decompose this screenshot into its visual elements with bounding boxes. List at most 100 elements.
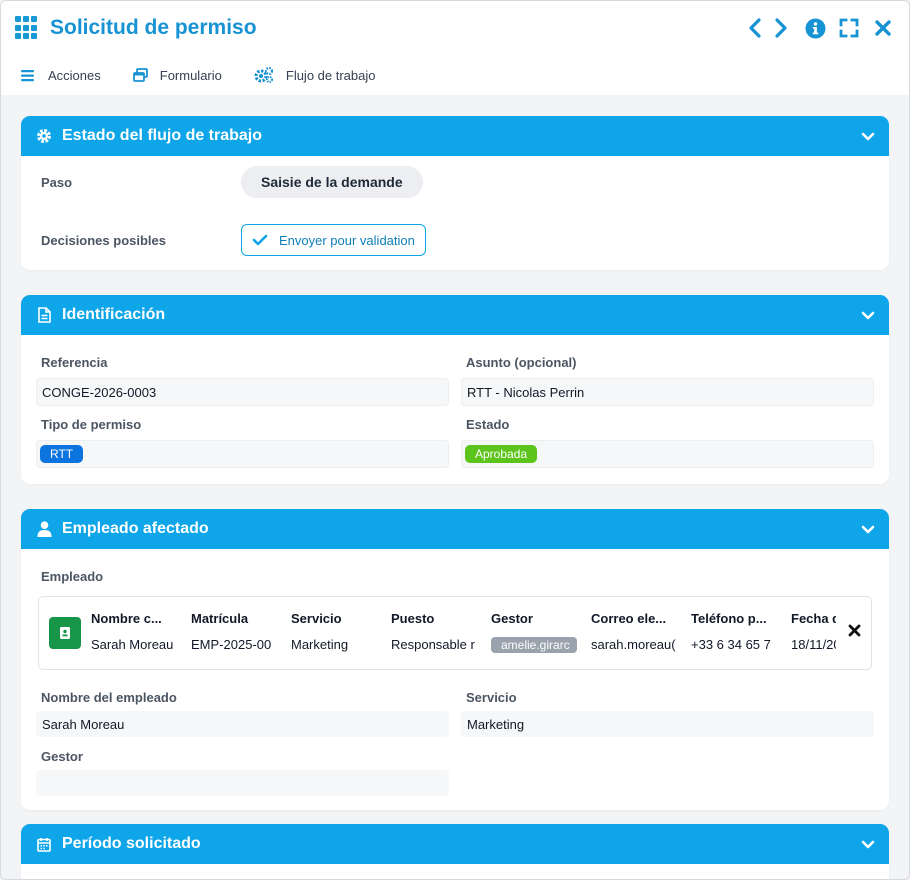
status-field: Estado Aprobada: [461, 416, 874, 468]
workflow-body: Paso Saisie de la demande Decisiones pos…: [21, 156, 889, 270]
status-label: Estado: [466, 417, 510, 432]
column-header: Nombre c...: [91, 611, 162, 626]
service-field: Servicio Marketing: [461, 689, 874, 737]
actions-menu-button[interactable]: Acciones: [21, 68, 101, 83]
send-for-validation-button[interactable]: Envoyer pour validation: [241, 224, 426, 256]
employee-column: Nombre c... Sarah Moreau: [91, 611, 191, 655]
column-header: Teléfono p...: [691, 611, 767, 626]
employee-panel: Empleado afectado Empleado Nombre c... S…: [21, 509, 889, 810]
identification-fields: Referencia CONGE-2026-0003 Asunto (opcio…: [21, 335, 889, 468]
identification-panel: Identificación Referencia CONGE-2026-000…: [21, 295, 889, 484]
subject-label: Asunto (opcional): [466, 355, 577, 370]
info-icon[interactable]: [803, 16, 827, 40]
chevron-down-icon[interactable]: [861, 525, 875, 534]
chevron-down-icon[interactable]: [861, 840, 875, 849]
fullscreen-icon[interactable]: [837, 16, 861, 40]
employee-columns: Nombre c... Sarah Moreau Matrícula EMP-2…: [91, 611, 841, 655]
column-header: Fecha d: [791, 611, 836, 626]
calendar-icon: [35, 837, 53, 852]
requested-period-panel: Período solicitado: [21, 824, 889, 879]
employee-column: Servicio Marketing: [291, 611, 391, 655]
employee-label: Empleado: [41, 569, 104, 584]
app-grid-icon[interactable]: [15, 16, 39, 40]
chevron-down-icon[interactable]: [861, 132, 875, 141]
workflow-tab-button[interactable]: Flujo de trabajo: [254, 67, 376, 83]
employee-column: Matrícula EMP-2025-00: [191, 611, 291, 655]
column-header: Servicio: [291, 611, 342, 626]
employee-panel-title: Empleado afectado: [62, 520, 209, 537]
column-header: Correo ele...: [591, 611, 667, 626]
column-value: +33 6 34 65 7: [691, 637, 771, 652]
subject-input[interactable]: RTT - Nicolas Perrin: [461, 378, 874, 406]
gear-icon: [35, 128, 53, 144]
column-header: Puesto: [391, 611, 435, 626]
reference-label: Referencia: [41, 355, 108, 370]
document-icon: [35, 307, 53, 323]
employee-name-label: Nombre del empleado: [41, 690, 177, 705]
employee-column: Gestor amelie.girarc: [491, 611, 591, 655]
chevron-down-icon[interactable]: [861, 311, 875, 320]
employee-fields: Nombre del empleado Sarah Moreau Servici…: [21, 670, 889, 796]
column-value: sarah.moreau(: [591, 637, 676, 652]
workflow-state-panel: Estado del flujo de trabajo Paso Saisie …: [21, 116, 889, 270]
decisions-row: Decisiones posibles Envoyer pour validat…: [41, 224, 869, 256]
form-tab-button[interactable]: Formulario: [132, 67, 222, 83]
column-header: Gestor: [491, 611, 533, 626]
step-row: Paso Saisie de la demande: [41, 166, 869, 198]
employee-label-row: Empleado: [21, 549, 889, 586]
user-icon: [35, 521, 53, 537]
column-value: amelie.girarc: [491, 637, 591, 655]
form-content: Estado del flujo de trabajo Paso Saisie …: [1, 95, 909, 879]
close-icon[interactable]: [871, 16, 895, 40]
employee-column: Puesto Responsable r: [391, 611, 491, 655]
column-value: 18/11/20: [791, 637, 836, 652]
employee-name-field: Nombre del empleado Sarah Moreau: [36, 689, 449, 737]
windows-icon: [132, 67, 148, 83]
toolbar: Acciones Formulario Flujo de trabajo: [1, 55, 909, 95]
decisions-label: Decisiones posibles: [41, 232, 166, 248]
leave-type-select[interactable]: RTT: [36, 440, 449, 468]
subject-field: Asunto (opcional) RTT - Nicolas Perrin: [461, 354, 874, 406]
manager-chip: amelie.girarc: [491, 637, 577, 653]
remove-employee-icon[interactable]: [848, 624, 861, 642]
column-value: EMP-2025-00: [191, 637, 272, 652]
manager-input[interactable]: [36, 770, 449, 796]
workflow-panel-header[interactable]: Estado del flujo de trabajo: [21, 116, 889, 156]
employee-column: Teléfono p... +33 6 34 65 7: [691, 611, 791, 655]
step-label: Paso: [41, 174, 73, 190]
period-panel-header[interactable]: Período solicitado: [21, 824, 889, 864]
column-header: Matrícula: [191, 611, 249, 626]
window-title: Solicitud de permiso: [50, 16, 257, 39]
column-value: Sarah Moreau: [91, 637, 174, 652]
reference-field: Referencia CONGE-2026-0003: [36, 354, 449, 406]
form-label: Formulario: [159, 67, 222, 83]
service-label: Servicio: [466, 690, 517, 705]
check-icon: [252, 234, 268, 246]
manager-label: Gestor: [41, 749, 83, 764]
manager-field: Gestor: [36, 748, 449, 796]
leave-type-field: Tipo de permiso RTT: [36, 416, 449, 468]
status-select[interactable]: Aprobada: [461, 440, 874, 468]
menu-icon: [21, 69, 36, 82]
service-input[interactable]: Marketing: [461, 711, 874, 737]
workflow-panel-title: Estado del flujo de trabajo: [62, 127, 263, 144]
next-icon[interactable]: [769, 16, 793, 40]
employee-column: Correo ele... sarah.moreau(: [591, 611, 691, 655]
gears-icon: [254, 67, 274, 83]
employee-name-input[interactable]: Sarah Moreau: [36, 711, 449, 737]
employee-badge-icon: [49, 617, 81, 649]
identification-panel-header[interactable]: Identificación: [21, 295, 889, 335]
step-value: Saisie de la demande: [241, 166, 423, 198]
employee-column: Fecha d 18/11/20: [791, 611, 836, 655]
column-value: Marketing: [291, 637, 349, 652]
employee-panel-header[interactable]: Empleado afectado: [21, 509, 889, 549]
reference-input[interactable]: CONGE-2026-0003: [36, 378, 449, 406]
actions-label: Acciones: [48, 67, 101, 83]
identification-panel-title: Identificación: [62, 306, 166, 323]
title-bar: Solicitud de permiso: [1, 1, 909, 55]
employee-record-card[interactable]: Nombre c... Sarah Moreau Matrícula EMP-2…: [38, 596, 872, 670]
previous-icon[interactable]: [743, 16, 767, 40]
period-panel-title: Período solicitado: [62, 835, 201, 852]
leave-type-label: Tipo de permiso: [41, 417, 142, 432]
workflow-label: Flujo de trabajo: [285, 67, 376, 83]
